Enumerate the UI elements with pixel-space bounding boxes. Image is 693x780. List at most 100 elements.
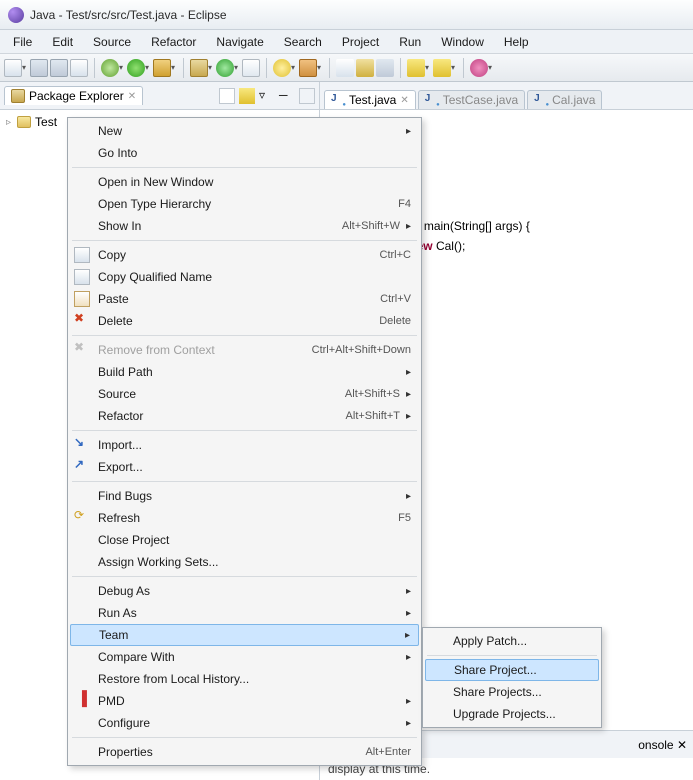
ctx-assign-working-sets[interactable]: Assign Working Sets... (70, 551, 419, 573)
run-dropdown[interactable] (145, 59, 151, 77)
minimize-button[interactable]: ─ (279, 88, 295, 104)
close-icon[interactable]: ✕ (400, 95, 408, 106)
save-button[interactable] (30, 59, 48, 77)
editor-tab-cal[interactable]: Cal.java (527, 90, 602, 109)
back-dropdown[interactable] (425, 59, 431, 77)
menu-navigate[interactable]: Navigate (207, 33, 272, 51)
wand-button[interactable] (356, 59, 374, 77)
eclipse-icon (8, 7, 24, 23)
ctx-build-path[interactable]: Build Path▸ (70, 361, 419, 383)
search-button[interactable] (273, 59, 291, 77)
collapse-all-button[interactable] (219, 88, 235, 104)
new-class-button[interactable] (216, 59, 234, 77)
ctx-refresh[interactable]: RefreshF5 (70, 507, 419, 529)
package-explorer-title: Package Explorer (29, 89, 124, 103)
link-editor-button[interactable] (239, 88, 255, 104)
team-submenu: Apply Patch... Share Project... Share Pr… (422, 627, 602, 728)
console-tab[interactable]: onsole ✕ (638, 738, 687, 752)
submenu-apply-patch[interactable]: Apply Patch... (425, 630, 599, 652)
ctx-open-new-window[interactable]: Open in New Window (70, 171, 419, 193)
window-titlebar: Java - Test/src/src/Test.java - Eclipse (0, 0, 693, 30)
ctx-properties[interactable]: PropertiesAlt+Enter (70, 741, 419, 763)
pmd-icon (74, 693, 90, 709)
java-file-icon (425, 93, 439, 107)
ctx-copy[interactable]: CopyCtrl+C (70, 244, 419, 266)
import-icon (74, 437, 90, 453)
pin-button[interactable] (336, 59, 354, 77)
ctx-delete[interactable]: DeleteDelete (70, 310, 419, 332)
run-button[interactable] (127, 59, 145, 77)
fwd-dropdown[interactable] (451, 59, 457, 77)
close-icon[interactable]: ✕ (677, 738, 687, 752)
tab-label: TestCase.java (443, 93, 518, 107)
new-class-dropdown[interactable] (234, 59, 240, 77)
menu-search[interactable]: Search (275, 33, 331, 51)
editor-tabs: Test.java ✕ TestCase.java Cal.java (320, 82, 693, 110)
ctx-show-in[interactable]: Show InAlt+Shift+W▸ (70, 215, 419, 237)
menu-run[interactable]: Run (390, 33, 430, 51)
package-icon (11, 89, 25, 103)
window-title: Java - Test/src/src/Test.java - Eclipse (30, 8, 227, 22)
maximize-button[interactable] (299, 88, 315, 104)
print-button[interactable] (70, 59, 88, 77)
submenu-share-projects[interactable]: Share Projects... (425, 681, 599, 703)
ctx-configure[interactable]: Configure▸ (70, 712, 419, 734)
ctx-export[interactable]: Export... (70, 456, 419, 478)
ctx-open-type-hierarchy[interactable]: Open Type HierarchyF4 (70, 193, 419, 215)
annot-dropdown[interactable] (317, 59, 323, 77)
editor-tab-testcase[interactable]: TestCase.java (418, 90, 525, 109)
findbugs-button[interactable] (470, 59, 488, 77)
view-menu-button[interactable]: ▿ (259, 88, 275, 104)
ctx-remove-context: Remove from ContextCtrl+Alt+Shift+Down (70, 339, 419, 361)
new-pkg-dropdown[interactable] (208, 59, 214, 77)
menu-source[interactable]: Source (84, 33, 140, 51)
main-toolbar (0, 54, 693, 82)
menu-project[interactable]: Project (333, 33, 388, 51)
ctx-refactor[interactable]: RefactorAlt+Shift+T▸ (70, 405, 419, 427)
ctx-close-project[interactable]: Close Project (70, 529, 419, 551)
editor-tab-test[interactable]: Test.java ✕ (324, 90, 416, 109)
ctx-run-as[interactable]: Run As▸ (70, 602, 419, 624)
fwd-button[interactable] (433, 59, 451, 77)
ext-tools-button[interactable] (153, 59, 171, 77)
menu-file[interactable]: File (4, 33, 41, 51)
submenu-upgrade-projects[interactable]: Upgrade Projects... (425, 703, 599, 725)
debug-button[interactable] (101, 59, 119, 77)
new-button[interactable] (4, 59, 22, 77)
ctx-new[interactable]: New▸ (70, 120, 419, 142)
ctx-team[interactable]: Team▸ (70, 624, 419, 646)
menu-window[interactable]: Window (432, 33, 493, 51)
ctx-copy-qualified[interactable]: Copy Qualified Name (70, 266, 419, 288)
annot-button[interactable] (299, 59, 317, 77)
saveall-button[interactable] (50, 59, 68, 77)
ctx-debug-as[interactable]: Debug As▸ (70, 580, 419, 602)
debug-dropdown[interactable] (119, 59, 125, 77)
java-file-icon (534, 93, 548, 107)
ctx-pmd[interactable]: PMD▸ (70, 690, 419, 712)
findbugs-dropdown[interactable] (488, 59, 494, 77)
menu-edit[interactable]: Edit (43, 33, 82, 51)
ctx-source[interactable]: SourceAlt+Shift+S▸ (70, 383, 419, 405)
back-button[interactable] (407, 59, 425, 77)
package-explorer-header: Package Explorer ✕ ▿ ─ (0, 82, 319, 110)
new-dropdown[interactable] (22, 59, 28, 77)
new-pkg-button[interactable] (190, 59, 208, 77)
ctx-paste[interactable]: PasteCtrl+V (70, 288, 419, 310)
ctx-import[interactable]: Import... (70, 434, 419, 456)
ctx-find-bugs[interactable]: Find Bugs▸ (70, 485, 419, 507)
refresh-icon (74, 510, 90, 526)
close-icon[interactable]: ✕ (128, 91, 136, 102)
open-type-button[interactable] (242, 59, 260, 77)
remove-icon (74, 342, 90, 358)
ctx-restore-history[interactable]: Restore from Local History... (70, 668, 419, 690)
java-file-icon (331, 93, 345, 107)
ext-tools-dropdown[interactable] (171, 59, 177, 77)
ctx-go-into[interactable]: Go Into (70, 142, 419, 164)
search-dropdown[interactable] (291, 59, 297, 77)
menu-refactor[interactable]: Refactor (142, 33, 205, 51)
submenu-share-project[interactable]: Share Project... (425, 659, 599, 681)
ctx-compare-with[interactable]: Compare With▸ (70, 646, 419, 668)
toggle-button[interactable] (376, 59, 394, 77)
package-explorer-tab[interactable]: Package Explorer ✕ (4, 86, 143, 105)
menu-help[interactable]: Help (495, 33, 538, 51)
